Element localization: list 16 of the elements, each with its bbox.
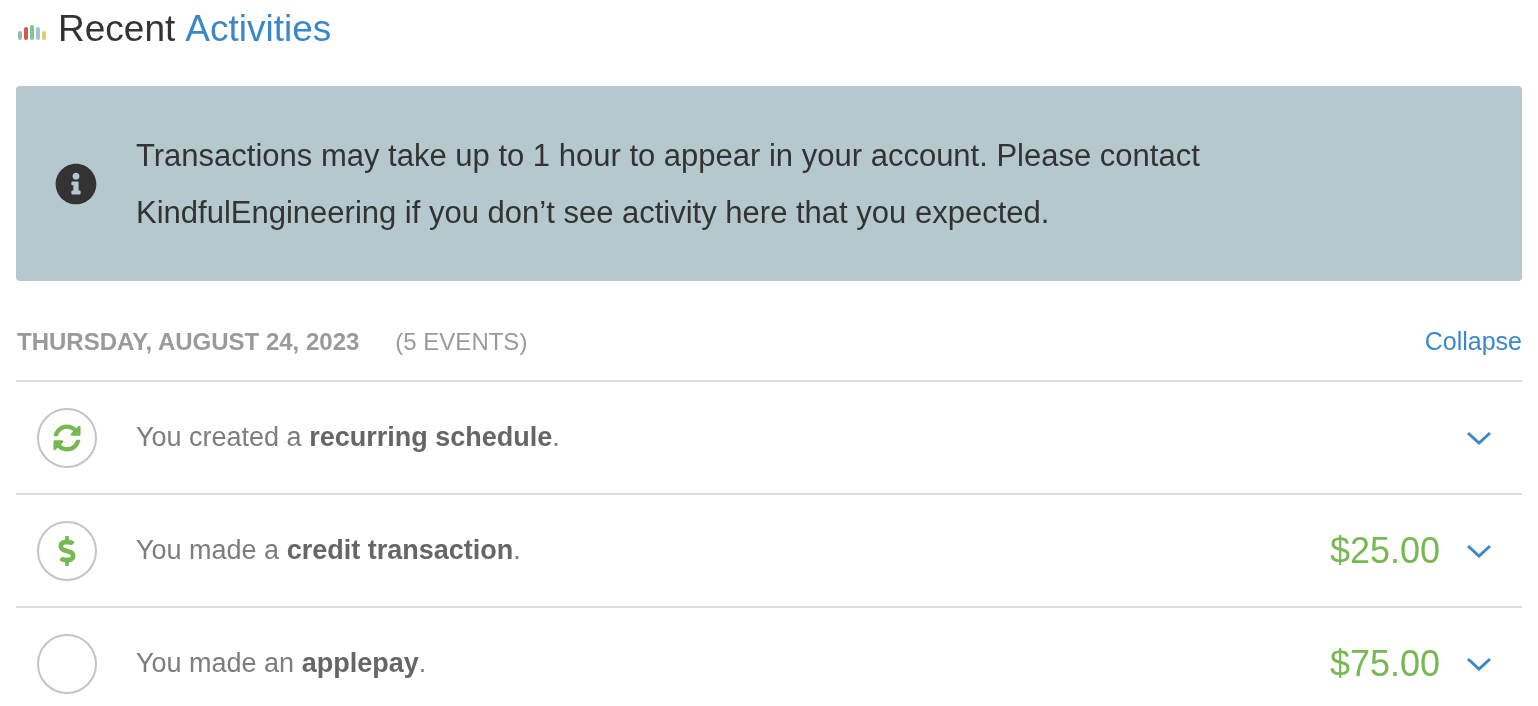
bar-chart-icon bbox=[17, 24, 47, 40]
event-description: You created a recurring schedule. bbox=[136, 421, 560, 455]
page-title-highlight: Activities bbox=[185, 9, 332, 47]
chevron-down-icon[interactable] bbox=[1466, 543, 1492, 558]
chevron-down-icon[interactable] bbox=[1466, 430, 1492, 445]
event-description: You made a credit transaction. bbox=[136, 534, 521, 568]
page-title: Recent bbox=[58, 9, 176, 47]
amount-text: $75.00 bbox=[1329, 641, 1440, 686]
info-icon bbox=[55, 162, 97, 205]
event-description: You made an applepay. bbox=[136, 647, 427, 681]
event-count: (5 EVENTS) bbox=[395, 327, 528, 357]
notice-text: Transactions may take up to 1 hour to appear in your account. Please contact KindfulEngineering if you don’t see activity here that you expected. bbox=[136, 136, 1201, 232]
chevron-down-icon[interactable] bbox=[1466, 656, 1492, 671]
amount-text: $25.00 bbox=[1329, 528, 1440, 573]
collapse-link[interactable]: Collapse bbox=[1424, 323, 1522, 361]
date-heading: THURSDAY, AUGUST 24, 2023 bbox=[16, 327, 360, 357]
